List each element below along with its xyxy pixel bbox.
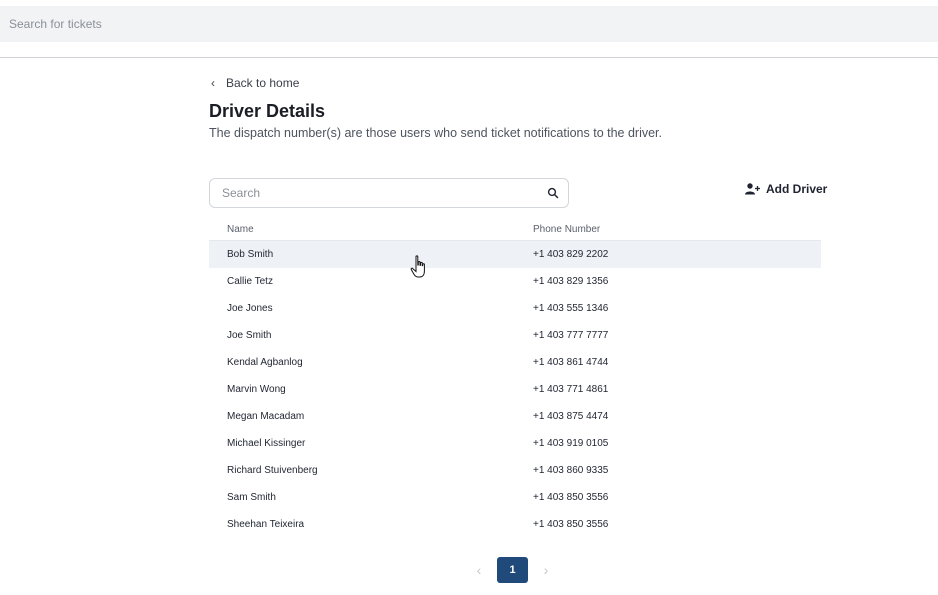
back-to-home-link[interactable]: ‹ Back to home [211,76,299,90]
driver-search-box [209,178,569,208]
driver-name: Richard Stuivenberg [227,465,318,476]
driver-search-input[interactable] [210,179,540,207]
driver-phone: +1 403 829 1356 [533,276,609,287]
driver-phone: +1 403 850 3556 [533,519,609,530]
chevron-left-icon[interactable]: ‹ [470,562,488,578]
driver-name: Megan Macadam [227,411,305,422]
drivers-table: Name Phone Number Bob Smith +1 403 829 22… [209,219,821,538]
driver-phone: +1 403 829 2202 [533,249,609,260]
driver-name: Sheehan Teixeira [227,519,305,530]
ticket-search-input[interactable] [0,6,938,42]
table-row[interactable]: Callie Tetz +1 403 829 1356 [209,268,821,295]
table-row[interactable]: Joe Jones +1 403 555 1346 [209,295,821,322]
driver-phone: +1 403 771 4861 [533,384,609,395]
driver-phone: +1 403 875 4474 [533,411,609,422]
page-title: Driver Details [209,101,326,121]
table-row[interactable]: Joe Smith +1 403 777 7777 [209,322,821,349]
table-row[interactable]: Marvin Wong +1 403 771 4861 [209,376,821,403]
column-header-phone: Phone Number [533,224,601,235]
search-icon[interactable] [547,187,559,199]
driver-name: Joe Jones [227,303,273,314]
driver-name: Callie Tetz [227,276,273,287]
driver-phone: +1 403 555 1346 [533,303,609,314]
table-row[interactable]: Megan Macadam +1 403 875 4474 [209,403,821,430]
table-row[interactable]: Richard Stuivenberg +1 403 860 9335 [209,457,821,484]
chevron-left-icon: ‹ [211,76,215,90]
chevron-right-icon[interactable]: › [537,562,555,578]
driver-name: Sam Smith [227,492,276,503]
driver-phone: +1 403 777 7777 [533,330,609,341]
driver-phone: +1 403 850 3556 [533,492,609,503]
table-header: Name Phone Number [209,219,821,241]
add-user-icon [745,183,760,195]
add-driver-label: Add Driver [766,182,828,196]
pagination: ‹ 1 › [470,557,555,583]
table-row[interactable]: Sam Smith +1 403 850 3556 [209,484,821,511]
table-row[interactable]: Kendal Agbanlog +1 403 861 4744 [209,349,821,376]
add-driver-button[interactable]: Add Driver [745,182,827,196]
driver-phone: +1 403 860 9335 [533,465,609,476]
driver-name: Joe Smith [227,330,272,341]
driver-name: Bob Smith [227,249,274,260]
table-row[interactable]: Michael Kissinger +1 403 919 0105 [209,430,821,457]
driver-name: Kendal Agbanlog [227,357,303,368]
table-row[interactable]: Bob Smith +1 403 829 2202 [209,241,821,268]
driver-name: Michael Kissinger [227,438,306,449]
column-header-name: Name [227,224,254,235]
header-divider [0,57,938,58]
page-subtitle: The dispatch number(s) are those users w… [209,126,663,140]
page-button-current[interactable]: 1 [497,557,528,583]
table-body: Bob Smith +1 403 829 2202 Callie Tetz +1 40… [209,241,821,538]
back-label: Back to home [226,76,300,90]
table-row[interactable]: Sheehan Teixeira +1 403 850 3556 [209,511,821,538]
driver-phone: +1 403 919 0105 [533,438,609,449]
driver-name: Marvin Wong [227,384,286,395]
driver-phone: +1 403 861 4744 [533,357,609,368]
top-search-bar [0,6,938,42]
